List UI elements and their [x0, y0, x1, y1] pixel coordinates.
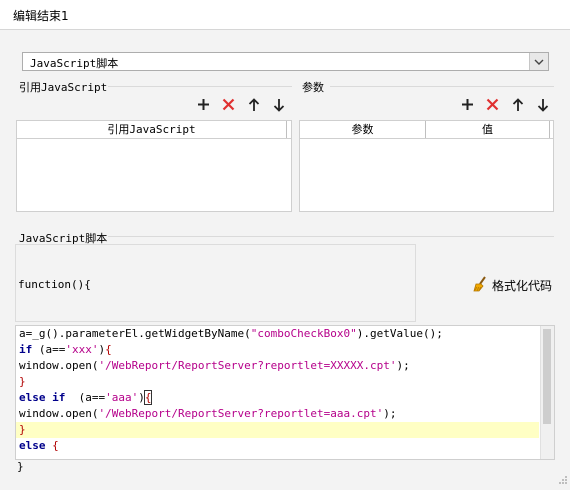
- scrollbar-thumb[interactable]: [543, 329, 551, 424]
- code-line-3[interactable]: window.open('/WebReport/ReportServer?rep…: [16, 358, 539, 374]
- divider: [330, 86, 554, 87]
- brace: {: [105, 343, 112, 356]
- code-line-1[interactable]: a=_g().parameterEl.getWidgetByName("comb…: [16, 326, 539, 342]
- broom-icon: [472, 276, 488, 295]
- script-type-dropdown[interactable]: JavaScript脚本: [22, 52, 549, 71]
- params-toolbar: [459, 96, 551, 113]
- move-up-icon[interactable]: [245, 96, 262, 113]
- keyword-if: if: [19, 343, 33, 356]
- delete-icon[interactable]: [220, 96, 237, 113]
- brace: {: [52, 439, 59, 452]
- resize-grip-icon[interactable]: [558, 475, 568, 488]
- vertical-scrollbar[interactable]: [540, 326, 554, 459]
- divider: [108, 86, 292, 87]
- move-down-icon[interactable]: [534, 96, 551, 113]
- code-line-7[interactable]: }: [16, 422, 539, 438]
- column-header-param[interactable]: 参数: [300, 121, 426, 138]
- ref-js-table-header: 引用JavaScript: [17, 121, 291, 139]
- move-up-icon[interactable]: [509, 96, 526, 113]
- ref-js-toolbar: [195, 96, 287, 113]
- params-label: 参数: [302, 81, 324, 94]
- string-literal: 'xxx': [65, 343, 99, 356]
- string-literal: 'aaa': [105, 391, 139, 404]
- function-header: function(){: [18, 278, 91, 291]
- string-literal: '/WebReport/ReportServer?reportlet=XXXXX…: [98, 359, 397, 372]
- string-literal: '/WebReport/ReportServer?reportlet=aaa.c…: [98, 407, 384, 420]
- divider: [108, 236, 554, 237]
- window-title: 编辑结束1: [13, 9, 69, 23]
- code-line-4[interactable]: }: [16, 374, 539, 390]
- chevron-down-icon[interactable]: [529, 53, 548, 70]
- code-line-5[interactable]: else if (a=='aaa'){: [16, 390, 539, 406]
- code-editor[interactable]: a=_g().parameterEl.getWidgetByName("comb…: [15, 325, 555, 460]
- add-icon[interactable]: [459, 96, 476, 113]
- add-icon[interactable]: [195, 96, 212, 113]
- params-table[interactable]: 参数 值: [299, 120, 554, 212]
- keyword-else: else: [19, 439, 46, 452]
- code-line-6[interactable]: window.open('/WebReport/ReportServer?rep…: [16, 406, 539, 422]
- delete-icon[interactable]: [484, 96, 501, 113]
- string-literal: "comboCheckBox0": [250, 327, 357, 340]
- ref-js-label: 引用JavaScript: [19, 81, 108, 94]
- script-type-value: JavaScript脚本: [30, 57, 119, 70]
- code-line-2[interactable]: if (a=='xxx'){: [16, 342, 539, 358]
- function-header-box: function(){: [15, 244, 416, 322]
- move-down-icon[interactable]: [270, 96, 287, 113]
- code-line-8[interactable]: else {: [16, 438, 539, 454]
- closing-brace: }: [17, 460, 24, 473]
- title-bar: 编辑结束1: [0, 0, 570, 30]
- format-code-label: 格式化代码: [492, 279, 553, 293]
- keyword-else-if: else if: [19, 391, 66, 404]
- column-header-ref-js[interactable]: 引用JavaScript: [17, 121, 287, 138]
- params-table-header: 参数 值: [300, 121, 553, 139]
- code-text: a=_g().parameterEl.getWidgetByName("comb…: [19, 327, 443, 340]
- ref-js-table[interactable]: 引用JavaScript: [16, 120, 292, 212]
- column-header-value[interactable]: 值: [426, 121, 550, 138]
- format-code-button[interactable]: 格式化代码: [472, 276, 552, 295]
- brace: {: [143, 390, 153, 405]
